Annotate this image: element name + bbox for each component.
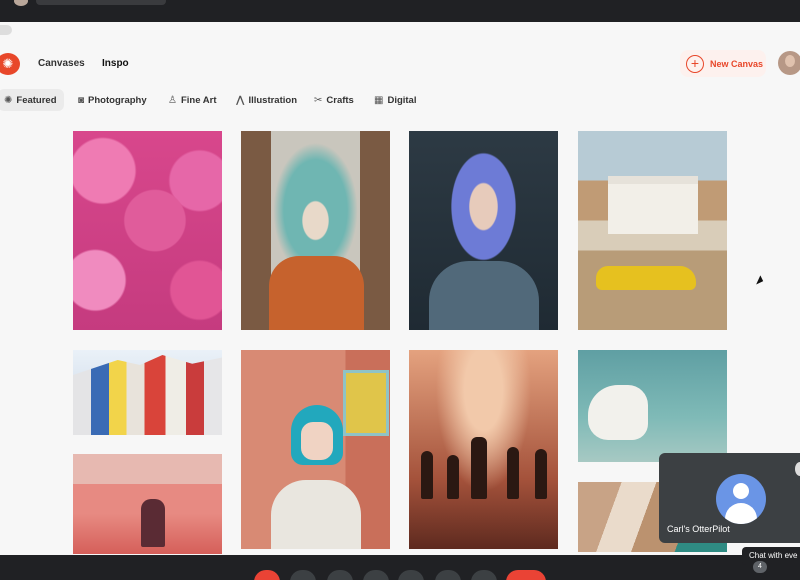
image-detail-figure: [507, 447, 519, 499]
tab-featured-label: Featured: [16, 94, 57, 106]
browser-top-bar: [0, 0, 800, 22]
tab-photography[interactable]: ◙ Photography: [72, 89, 153, 111]
brush-icon: ♙: [168, 94, 177, 106]
image-detail-figure: [471, 437, 487, 499]
image-detail-figure: [447, 455, 459, 499]
tab-digital[interactable]: ▦ Digital: [368, 89, 422, 111]
image-detail-face: [301, 422, 333, 460]
address-bar[interactable]: [36, 0, 166, 5]
inspo-image-polar-bear-underwater[interactable]: [578, 350, 727, 462]
mouse-cursor-icon: [756, 275, 765, 287]
app-logo-icon[interactable]: ✺: [0, 53, 20, 75]
inspo-image-colorful-blocks[interactable]: [73, 350, 222, 435]
nav-canvases-link[interactable]: Canvases: [38, 58, 85, 69]
participant-name: Carl's OtterPilot: [667, 524, 730, 534]
tab-fine-art-label: Fine Art: [180, 94, 217, 106]
tab-crafts-label: Crafts: [326, 94, 354, 106]
people-count-badge: 4: [753, 561, 767, 573]
side-panel-handle[interactable]: [0, 25, 12, 35]
image-detail-figure: [535, 449, 547, 499]
image-detail-figure: [421, 451, 433, 499]
tab-illustration[interactable]: ⋀ Illustration: [230, 89, 303, 111]
new-canvas-button[interactable]: + New Canvas: [680, 50, 766, 77]
nav-inspo-link[interactable]: Inspo: [102, 58, 129, 69]
inspo-image-modern-house-car[interactable]: [578, 131, 727, 330]
leave-call-button[interactable]: [506, 570, 546, 580]
user-avatar[interactable]: [778, 51, 800, 75]
participant-avatar-icon: [716, 474, 766, 524]
plus-icon: +: [686, 54, 704, 73]
tab-fine-art[interactable]: ♙ Fine Art: [162, 89, 223, 111]
tab-photography-label: Photography: [88, 94, 147, 106]
inspo-image-desert-rider[interactable]: [73, 454, 222, 554]
camera-icon: ◙: [78, 94, 85, 106]
sparkle-icon: ✺: [4, 94, 13, 106]
video-tile-menu-icon[interactable]: [795, 462, 800, 476]
chat-tooltip: Chat with eve: [742, 547, 800, 565]
grid-icon: ▦: [374, 94, 384, 106]
pen-icon: ⋀: [236, 94, 245, 106]
tab-digital-label: Digital: [387, 94, 417, 106]
inspo-image-silhouettes[interactable]: [409, 350, 558, 549]
new-canvas-label: New Canvas: [710, 58, 764, 69]
inspo-image-blue-hair-portrait[interactable]: [409, 131, 558, 330]
tab-illustration-label: Illustration: [248, 94, 297, 106]
inspo-image-pink-flowers-portrait[interactable]: [73, 131, 222, 330]
tab-featured[interactable]: ✺ Featured: [0, 89, 64, 111]
browser-profile-icon[interactable]: [14, 0, 28, 6]
inspo-image-sunglasses-portrait[interactable]: [241, 350, 390, 549]
tab-crafts[interactable]: ✂ Crafts: [308, 89, 360, 111]
inspo-image-smoke-street-portrait[interactable]: [241, 131, 390, 330]
scissors-icon: ✂: [314, 94, 323, 106]
